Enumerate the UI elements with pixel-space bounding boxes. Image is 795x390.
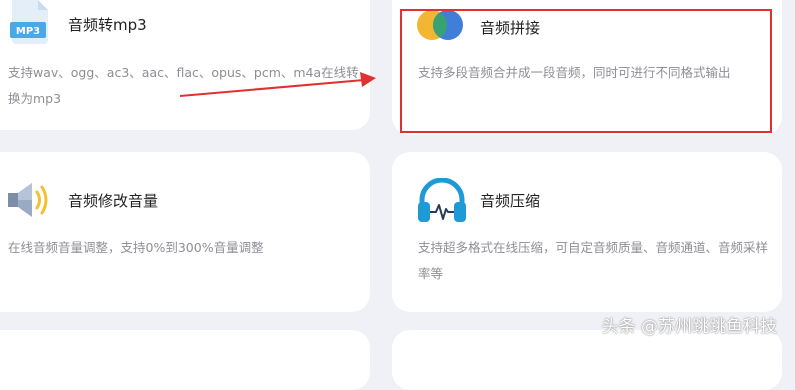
card-desc-audio-volume: 在线音频音量调整，支持0%到300%音量调整 [8, 240, 264, 255]
card-desc-audio-compress: 支持超多格式在线压缩，可自定音频质量、音频通道、音频采样率等 [418, 240, 769, 281]
card-audio-volume[interactable] [0, 152, 370, 312]
speaker-volume-icon [6, 180, 52, 224]
watermark: 头条 @苏州跳跳鱼科技 [601, 317, 777, 337]
card-title-audio-compress: 音频压缩 [480, 192, 541, 210]
headphones-icon [414, 177, 470, 228]
card-partial-bottom-left [0, 330, 370, 390]
card-audio-compress[interactable] [392, 152, 782, 312]
card-title-audio-volume: 音频修改音量 [68, 192, 159, 210]
card-partial-bottom-right [392, 330, 782, 390]
